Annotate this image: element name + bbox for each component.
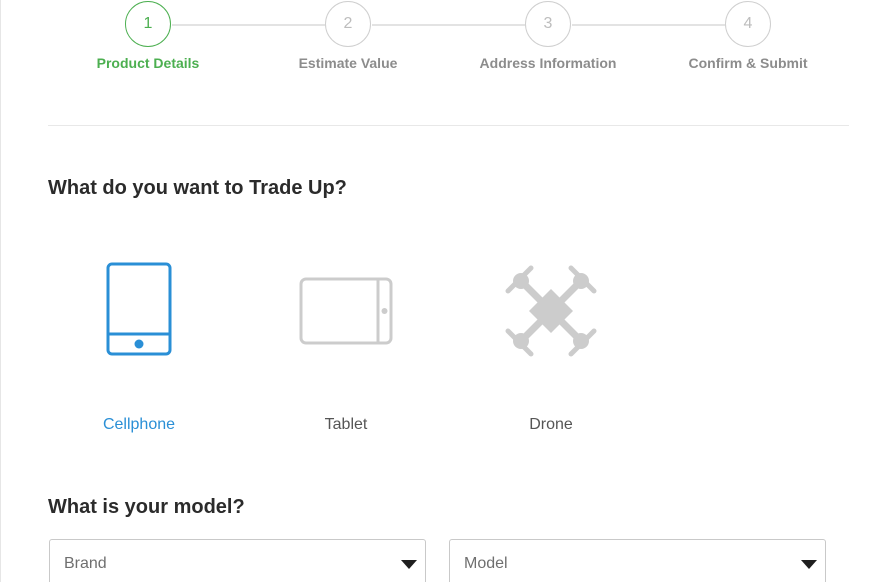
- device-option-tablet[interactable]: Tablet: [276, 255, 416, 434]
- device-section-title: What do you want to Trade Up?: [48, 177, 347, 199]
- trade-up-form-page: 1 Product Details 2 Estimate Value 3 Add…: [0, 0, 877, 582]
- brand-select-placeholder: Brand: [64, 555, 107, 572]
- model-select-placeholder: Model: [464, 555, 508, 572]
- caret-down-icon: [401, 560, 417, 569]
- step-number-circle: 2: [325, 1, 371, 47]
- left-border: [0, 0, 1, 582]
- section-divider: [48, 125, 849, 126]
- cellphone-icon: [69, 255, 209, 367]
- device-label: Cellphone: [102, 416, 176, 433]
- step-label: Product Details: [96, 55, 200, 71]
- step-address-information[interactable]: 3 Address Information: [448, 0, 648, 71]
- model-section-title: What is your model?: [48, 496, 245, 518]
- progress-stepper: 1 Product Details 2 Estimate Value 3 Add…: [0, 0, 877, 80]
- step-number-circle: 1: [125, 1, 171, 47]
- drone-icon: [481, 255, 621, 367]
- step-confirm-submit[interactable]: 4 Confirm & Submit: [648, 0, 848, 71]
- model-select[interactable]: Model: [449, 539, 826, 582]
- brand-select[interactable]: Brand: [49, 539, 426, 582]
- tablet-icon: [276, 255, 416, 367]
- step-label: Confirm & Submit: [688, 55, 808, 71]
- step-label: Address Information: [479, 55, 617, 71]
- step-label: Estimate Value: [298, 55, 398, 71]
- step-number-circle: 4: [725, 1, 771, 47]
- step-number-circle: 3: [525, 1, 571, 47]
- step-product-details[interactable]: 1 Product Details: [48, 0, 248, 71]
- device-label: Tablet: [324, 416, 368, 433]
- step-estimate-value[interactable]: 2 Estimate Value: [248, 0, 448, 71]
- device-option-cellphone[interactable]: Cellphone: [69, 255, 209, 434]
- caret-down-icon: [801, 560, 817, 569]
- device-label: Drone: [529, 416, 573, 433]
- device-option-drone[interactable]: Drone: [481, 255, 621, 434]
